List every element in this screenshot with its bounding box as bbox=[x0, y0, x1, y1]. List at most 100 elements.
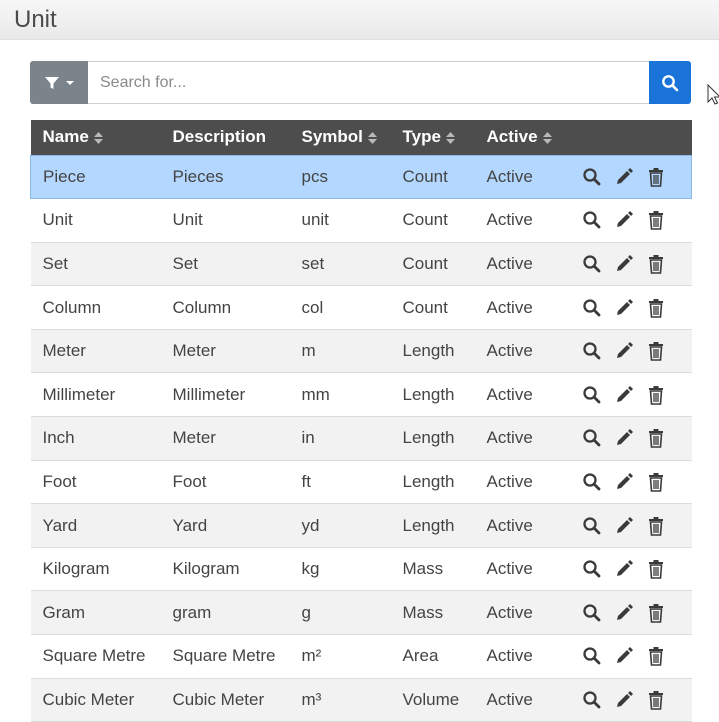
cell-type: Count bbox=[402, 253, 448, 273]
cell-symbol: g bbox=[301, 602, 311, 622]
cell-type: Count bbox=[402, 210, 448, 230]
cell-symbol: m bbox=[301, 341, 316, 361]
cell-description: Set bbox=[172, 253, 199, 273]
table-row[interactable]: Unit Unit unit Count Active bbox=[30, 198, 692, 243]
view-icon[interactable] bbox=[581, 209, 603, 231]
cell-name: Kilogram bbox=[42, 559, 110, 579]
cell-active: Active bbox=[486, 210, 533, 230]
edit-icon[interactable] bbox=[613, 297, 635, 319]
table-row[interactable]: Piece Pieces pcs Count Active bbox=[30, 155, 692, 199]
cell-description: Kilogram bbox=[172, 559, 240, 579]
edit-icon[interactable] bbox=[613, 602, 635, 624]
view-icon[interactable] bbox=[581, 471, 603, 493]
delete-icon[interactable] bbox=[645, 209, 667, 231]
row-actions bbox=[571, 678, 692, 722]
delete-icon[interactable] bbox=[645, 166, 667, 188]
cell-type: Count bbox=[402, 297, 448, 317]
column-header-type[interactable]: Type bbox=[391, 120, 475, 155]
delete-icon[interactable] bbox=[645, 645, 667, 667]
search-button[interactable] bbox=[649, 61, 691, 104]
view-icon[interactable] bbox=[581, 384, 603, 406]
cell-description: Unit bbox=[172, 210, 203, 230]
column-header-name[interactable]: Name bbox=[31, 120, 161, 155]
cell-type: Mass bbox=[402, 602, 444, 622]
delete-icon[interactable] bbox=[645, 384, 667, 406]
cell-active: Active bbox=[486, 559, 533, 579]
table-row[interactable]: Column Column col Count Active bbox=[30, 285, 692, 330]
cell-symbol: set bbox=[301, 253, 325, 273]
edit-icon[interactable] bbox=[613, 384, 635, 406]
table-row[interactable]: Set Set set Count Active bbox=[30, 242, 692, 286]
delete-icon[interactable] bbox=[645, 471, 667, 493]
cell-active: Active bbox=[486, 384, 533, 404]
edit-icon[interactable] bbox=[613, 515, 635, 537]
cell-description: gram bbox=[172, 602, 212, 622]
table-row[interactable]: Yard Yard yd Length Active bbox=[30, 503, 692, 548]
table-body: Piece Pieces pcs Count Active Unit Unit unit Cou… bbox=[30, 155, 692, 722]
column-header-active[interactable]: Active bbox=[475, 120, 571, 155]
table-row[interactable]: Foot Foot ft Length Active bbox=[30, 460, 692, 504]
view-icon[interactable] bbox=[581, 340, 603, 362]
view-icon[interactable] bbox=[581, 689, 603, 711]
view-icon[interactable] bbox=[581, 427, 603, 449]
view-icon[interactable] bbox=[581, 515, 603, 537]
cell-active: Active bbox=[486, 471, 533, 491]
cell-description: Meter bbox=[172, 341, 216, 361]
table-row[interactable]: Cubic Meter Cubic Meter m³ Volume Active bbox=[30, 678, 692, 722]
cell-name: Yard bbox=[42, 515, 78, 535]
view-icon[interactable] bbox=[581, 602, 603, 624]
edit-icon[interactable] bbox=[613, 253, 635, 275]
cell-symbol: in bbox=[301, 428, 315, 448]
edit-icon[interactable] bbox=[613, 558, 635, 580]
row-actions bbox=[571, 155, 692, 199]
edit-icon[interactable] bbox=[613, 689, 635, 711]
cell-active: Active bbox=[486, 166, 533, 186]
cell-active: Active bbox=[486, 515, 533, 535]
edit-icon[interactable] bbox=[613, 166, 635, 188]
delete-icon[interactable] bbox=[645, 253, 667, 275]
cell-name: Square Metre bbox=[42, 646, 146, 666]
delete-icon[interactable] bbox=[645, 558, 667, 580]
delete-icon[interactable] bbox=[645, 297, 667, 319]
table-row[interactable]: Inch Meter in Length Active bbox=[30, 416, 692, 461]
edit-icon[interactable] bbox=[613, 471, 635, 493]
cell-active: Active bbox=[486, 428, 533, 448]
column-header-symbol[interactable]: Symbol bbox=[290, 120, 391, 155]
filter-dropdown-button[interactable] bbox=[30, 61, 88, 104]
table-row[interactable]: Square Metre Square Metre m² Area Active bbox=[30, 634, 692, 679]
cell-type: Count bbox=[402, 166, 448, 186]
row-actions bbox=[571, 329, 692, 373]
search-bar bbox=[30, 61, 691, 104]
cell-name: Piece bbox=[43, 166, 86, 186]
edit-icon[interactable] bbox=[613, 427, 635, 449]
filter-icon bbox=[45, 76, 59, 89]
edit-icon[interactable] bbox=[613, 340, 635, 362]
cell-active: Active bbox=[486, 341, 533, 361]
delete-icon[interactable] bbox=[645, 689, 667, 711]
view-icon[interactable] bbox=[581, 166, 603, 188]
delete-icon[interactable] bbox=[645, 515, 667, 537]
table-row[interactable]: Gram gram g Mass Active bbox=[30, 590, 692, 635]
delete-icon[interactable] bbox=[645, 602, 667, 624]
view-icon[interactable] bbox=[581, 253, 603, 275]
table-row[interactable]: Meter Meter m Length Active bbox=[30, 329, 692, 373]
edit-icon[interactable] bbox=[613, 645, 635, 667]
view-icon[interactable] bbox=[581, 645, 603, 667]
page-title: Unit bbox=[14, 6, 57, 33]
table-row[interactable]: Kilogram Kilogram kg Mass Active bbox=[30, 547, 692, 591]
search-input[interactable] bbox=[88, 61, 649, 104]
table-row[interactable]: Millimeter Millimeter mm Length Active bbox=[30, 372, 692, 417]
edit-icon[interactable] bbox=[613, 209, 635, 231]
delete-icon[interactable] bbox=[645, 340, 667, 362]
row-actions bbox=[571, 591, 692, 635]
cell-name: Inch bbox=[42, 428, 75, 448]
delete-icon[interactable] bbox=[645, 427, 667, 449]
sort-icon bbox=[445, 131, 455, 144]
cell-description: Cubic Meter bbox=[172, 689, 265, 709]
search-icon bbox=[662, 74, 679, 91]
view-icon[interactable] bbox=[581, 297, 603, 319]
cell-name: Set bbox=[42, 253, 69, 273]
cell-symbol: mm bbox=[301, 384, 330, 404]
view-icon[interactable] bbox=[581, 558, 603, 580]
cell-name: Millimeter bbox=[42, 384, 116, 404]
